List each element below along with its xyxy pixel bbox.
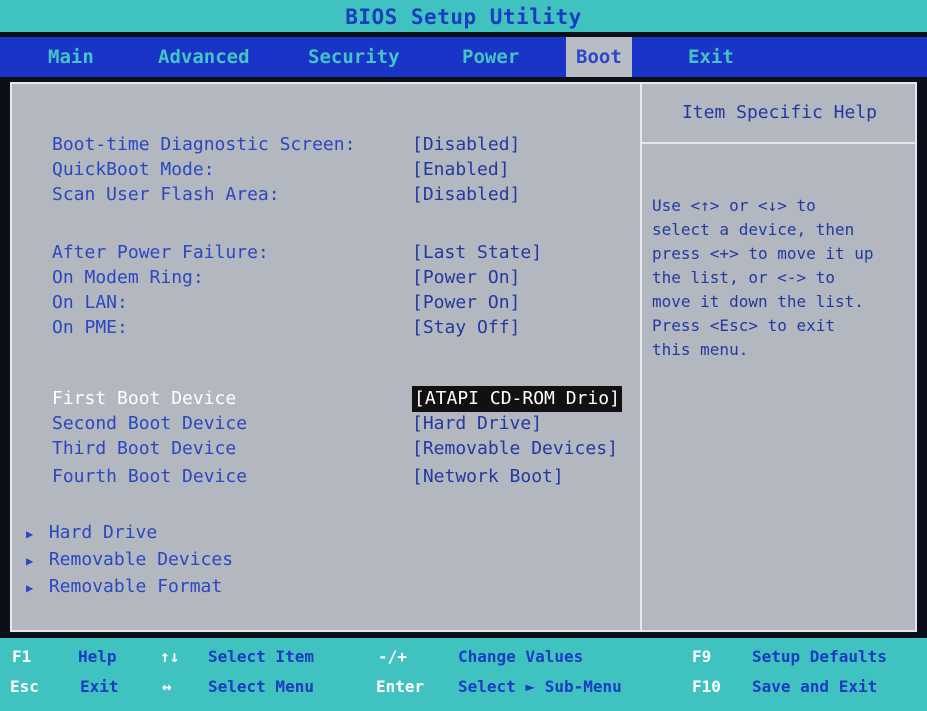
setting-value[interactable]: [Power On] <box>412 290 520 316</box>
select-menu-hint: Select Menu <box>208 677 314 696</box>
tab-advanced[interactable]: Advanced <box>148 37 260 77</box>
setting-label: On LAN: <box>52 292 128 313</box>
setting-value[interactable]: [Stay Off] <box>412 315 520 341</box>
setting-value[interactable]: [Hard Drive] <box>412 411 542 437</box>
submenu-label: Removable Devices <box>48 549 234 570</box>
submenu-removable-devices[interactable]: ▶ Removable Devices <box>26 547 233 573</box>
esc-key: Esc <box>10 677 39 696</box>
submenu-removable-format[interactable]: ▶ Removable Format <box>26 574 222 600</box>
setting-label: First Boot Device <box>52 388 237 409</box>
tab-security[interactable]: Security <box>298 37 410 77</box>
submenu-hard-drive[interactable]: ▶ Hard Drive <box>26 520 157 546</box>
setting-value-selected[interactable]: [ATAPI CD-ROM Drio] <box>412 386 622 412</box>
setting-label: Second Boot Device <box>52 413 248 434</box>
tab-main[interactable]: Main <box>38 37 104 77</box>
plus-minus-key: -/+ <box>378 647 407 666</box>
setting-value[interactable]: [Last State] <box>412 240 542 266</box>
panel-divider <box>640 84 642 630</box>
tab-power[interactable]: Power <box>452 37 529 77</box>
setting-value[interactable]: [Disabled] <box>412 132 520 158</box>
setting-label: Third Boot Device <box>52 438 237 459</box>
submenu-label: Removable Format <box>48 576 223 597</box>
setting-label: Fourth Boot Device <box>52 466 248 487</box>
setting-label: QuickBoot Mode: <box>52 159 215 180</box>
setting-label: Scan User Flash Area: <box>52 184 280 205</box>
setting-value[interactable]: [Network Boot] <box>412 464 564 490</box>
setting-value[interactable]: [Removable Devices] <box>412 436 618 462</box>
setting-label: Boot-time Diagnostic Screen: <box>52 134 356 155</box>
setting-label: On Modem Ring: <box>52 267 204 288</box>
setting-value[interactable]: [Power On] <box>412 265 520 291</box>
tab-boot[interactable]: Boot <box>566 37 632 77</box>
f10-key: F10 <box>692 677 721 696</box>
setting-label: After Power Failure: <box>52 242 269 263</box>
select-item-hint: Select Item <box>208 647 314 666</box>
help-text: Use <↑> or <↓> to select a device, then … <box>652 196 874 359</box>
window-title: BIOS Setup Utility <box>0 0 927 32</box>
help-title: Item Specific Help <box>681 102 878 123</box>
triangle-right-icon: ▶ <box>26 554 34 568</box>
boot-settings-panel: Item Specific Help Use <↑> or <↓> to sel… <box>10 82 917 632</box>
setting-label: On PME: <box>52 317 128 338</box>
save-exit-hint: Save and Exit <box>752 677 878 696</box>
submenu-label: Hard Drive <box>48 522 158 543</box>
change-values-hint: Change Values <box>458 647 584 666</box>
menu-bar: Main Advanced Security Power Boot Exit <box>0 37 927 77</box>
tab-exit[interactable]: Exit <box>678 37 744 77</box>
arrow-leftright-icon: ↔ <box>162 677 172 696</box>
f9-key: F9 <box>692 647 712 666</box>
triangle-right-icon: ▶ <box>26 581 34 595</box>
select-submenu-hint: Select ► Sub-Menu <box>458 677 622 696</box>
setup-defaults-hint: Setup Defaults <box>752 647 887 666</box>
help-divider <box>642 142 917 144</box>
enter-key: Enter <box>376 677 425 696</box>
exit-hint: Exit <box>80 677 119 696</box>
f1-key: F1 <box>12 647 32 666</box>
setting-value[interactable]: [Disabled] <box>412 182 520 208</box>
arrow-updown-icon: ↑↓ <box>160 647 180 666</box>
key-legend-footer: F1 Help ↑↓ Select Item -/+ Change Values… <box>0 638 927 711</box>
help-hint: Help <box>78 647 117 666</box>
triangle-right-icon: ▶ <box>26 527 34 541</box>
setting-value[interactable]: [Enabled] <box>412 157 510 183</box>
